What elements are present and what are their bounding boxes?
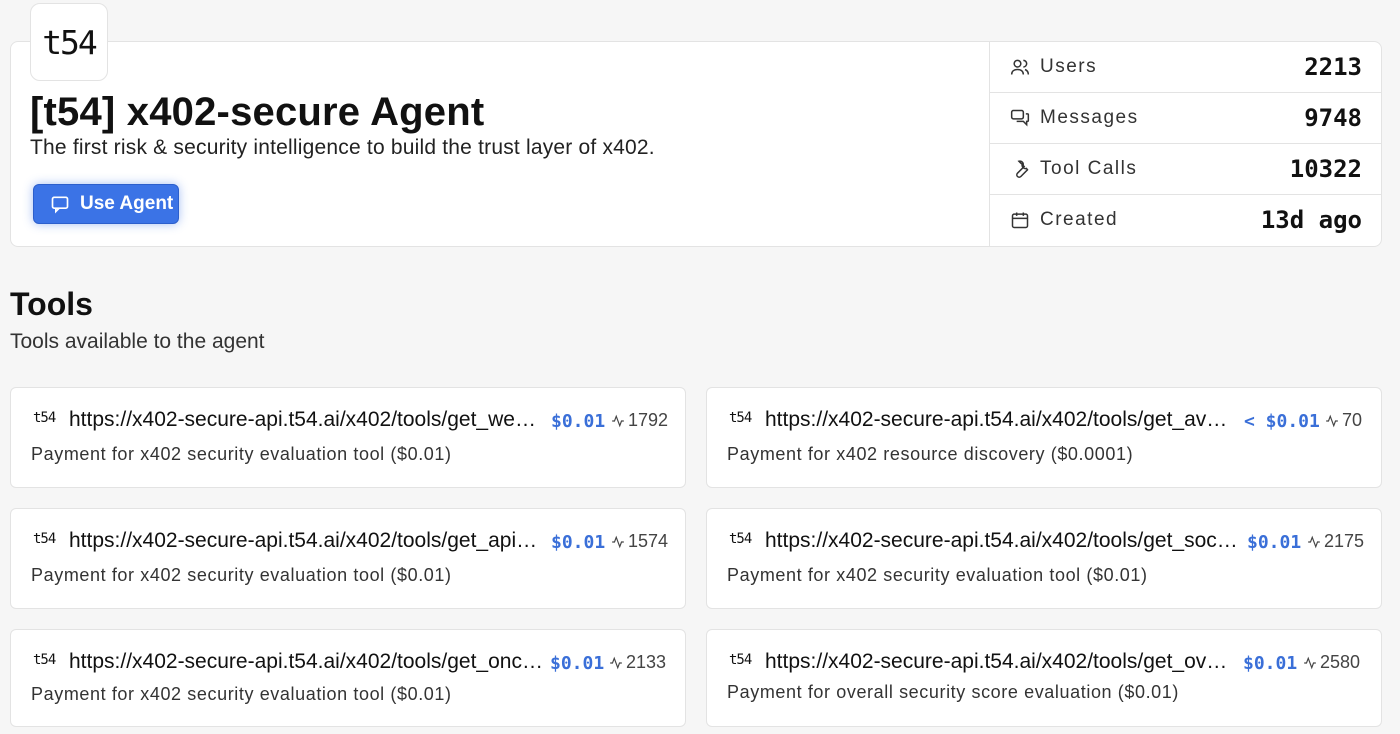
stat-divider [990, 143, 1381, 144]
tool-url: https://x402-secure-api.t54.ai/x402/tool… [69, 529, 541, 552]
tool-card[interactable]: t54 https://x402-secure-api.t54.ai/x402/… [706, 387, 1382, 488]
tool-price: $0.01 [1243, 653, 1298, 674]
tool-price: $0.01 [551, 532, 606, 553]
tool-call-count: 70 [1325, 410, 1362, 431]
agent-description: The first risk & security intelligence t… [30, 136, 655, 159]
tool-url: https://x402-secure-api.t54.ai/x402/tool… [69, 650, 543, 673]
stat-tool-calls: Tool Calls 10322 [990, 143, 1382, 194]
stat-created: Created 13d ago [990, 194, 1382, 245]
tool-logo-icon: t54 [33, 652, 56, 668]
tool-call-count: 2580 [1303, 652, 1360, 673]
tool-call-count: 1574 [611, 531, 668, 552]
activity-icon [610, 656, 622, 669]
calendar-icon [1010, 210, 1030, 230]
stat-value: 13d ago [1260, 205, 1362, 234]
stat-messages: Messages 9748 [990, 92, 1382, 143]
tools-subtitle: Tools available to the agent [10, 330, 265, 353]
tool-price: < $0.01 [1244, 411, 1320, 432]
stat-divider [990, 92, 1381, 93]
tool-logo-icon: t54 [33, 410, 56, 426]
use-agent-button[interactable]: Use Agent [33, 184, 179, 224]
stat-value: 10322 [1289, 154, 1362, 183]
activity-icon [1326, 414, 1338, 427]
tool-description: Payment for overall security score evalu… [727, 682, 1179, 702]
agent-logo-text: t54 [42, 22, 98, 62]
tool-count-value: 70 [1342, 410, 1363, 430]
tool-logo-icon: t54 [729, 531, 752, 547]
tool-call-count: 2133 [609, 652, 666, 673]
tool-logo-icon: t54 [729, 652, 752, 668]
tool-url: https://x402-secure-api.t54.ai/x402/tool… [69, 408, 541, 431]
tool-description: Payment for x402 security evaluation too… [31, 684, 452, 704]
tool-description: Payment for x402 security evaluation too… [727, 565, 1148, 585]
use-agent-label: Use Agent [80, 193, 174, 214]
tool-card[interactable]: t54 https://x402-secure-api.t54.ai/x402/… [10, 387, 686, 488]
tool-url: https://x402-secure-api.t54.ai/x402/tool… [765, 650, 1233, 673]
tool-call-count: 1792 [611, 410, 668, 431]
stat-label: Messages [1040, 106, 1139, 128]
tool-card[interactable]: t54 https://x402-secure-api.t54.ai/x402/… [10, 629, 686, 727]
tool-call-count: 2175 [1307, 531, 1364, 552]
tool-price: $0.01 [1247, 532, 1302, 553]
tool-url: https://x402-secure-api.t54.ai/x402/tool… [765, 529, 1239, 552]
tool-card[interactable]: t54 https://x402-secure-api.t54.ai/x402/… [10, 508, 686, 609]
tool-url: https://x402-secure-api.t54.ai/x402/tool… [765, 408, 1231, 431]
agent-logo: t54 [30, 3, 108, 81]
tool-description: Payment for x402 security evaluation too… [31, 444, 452, 464]
stat-value: 9748 [1304, 103, 1362, 132]
tool-description: Payment for x402 security evaluation too… [31, 565, 452, 585]
activity-icon [1304, 656, 1316, 669]
tool-price: $0.01 [550, 653, 605, 674]
stat-label: Tool Calls [1040, 157, 1138, 179]
stat-divider [990, 194, 1381, 195]
messages-icon [1010, 108, 1030, 128]
tool-count-value: 1792 [628, 410, 669, 430]
stat-users: Users 2213 [990, 41, 1382, 92]
tool-count-value: 1574 [628, 531, 669, 551]
activity-icon [612, 535, 624, 548]
chat-icon [51, 196, 69, 214]
wrench-icon [1010, 159, 1030, 179]
stat-label: Users [1040, 55, 1098, 77]
tool-card[interactable]: t54 https://x402-secure-api.t54.ai/x402/… [706, 629, 1382, 727]
tools-heading: Tools [10, 286, 93, 322]
tool-count-value: 2133 [626, 652, 667, 672]
tool-count-value: 2175 [1324, 531, 1365, 551]
tool-description: Payment for x402 resource discovery ($0.… [727, 444, 1134, 464]
tool-count-value: 2580 [1320, 652, 1361, 672]
tool-logo-icon: t54 [33, 531, 56, 547]
agent-title: [t54] x402-secure Agent [30, 90, 485, 134]
users-icon [1010, 57, 1030, 77]
stat-value: 2213 [1304, 52, 1362, 81]
tool-price: $0.01 [551, 411, 606, 432]
stat-label: Created [1040, 208, 1119, 230]
activity-icon [1308, 535, 1320, 548]
tool-card[interactable]: t54 https://x402-secure-api.t54.ai/x402/… [706, 508, 1382, 609]
activity-icon [612, 414, 624, 427]
stats-panel: Users 2213 Messages 9748 Tool Calls 1032… [989, 41, 1382, 247]
tool-logo-icon: t54 [729, 410, 752, 426]
